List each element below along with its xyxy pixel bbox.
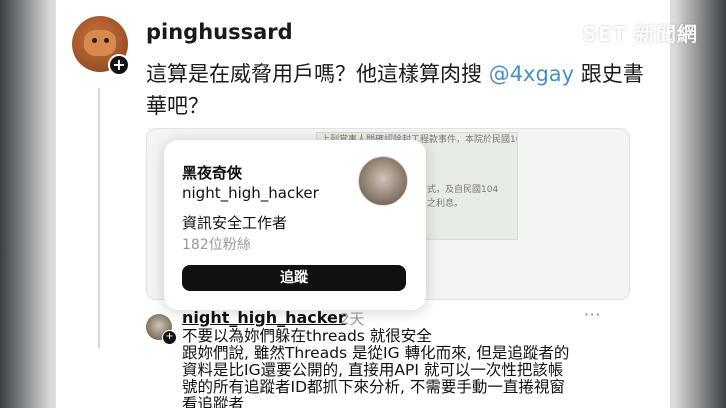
reply-username[interactable]: night_high_hacker (182, 308, 346, 327)
news-watermark: SET 新聞網 (582, 22, 698, 46)
reply-line: 看追蹤者 (182, 395, 245, 408)
more-options-icon[interactable]: ··· (584, 306, 601, 324)
profile-hover-card: 黑夜奇俠 night_high_hacker 資訊安全工作者 182位粉絲 追蹤 (164, 140, 426, 310)
reply-line: 資料是比IG還要公開的, 直接用API 就可以一次性把該帳 (182, 361, 564, 379)
avatar-eye-icon (92, 38, 97, 43)
follow-button[interactable]: 追蹤 (182, 265, 406, 291)
video-frame: SET 新聞網 + pinghussard 這算是在威脅用戶嗎？他這樣算肉搜 @… (0, 0, 726, 408)
reply-follow-plus-icon[interactable]: + (162, 330, 177, 345)
profile-followers[interactable]: 182位粉絲 (182, 234, 251, 254)
profile-handle[interactable]: night_high_hacker (182, 184, 319, 202)
reply-line: 跟妳們說, 雖然Threads 是從IG 轉化而來, 但是追蹤者的 (182, 344, 570, 362)
mention-link[interactable]: @4xgay (489, 62, 574, 86)
reply-text: 不要以為妳們躲在threads 就很安全 跟妳們說, 雖然Threads 是從I… (182, 328, 602, 408)
profile-display-name: 黑夜奇俠 (182, 164, 243, 182)
thread-line (98, 88, 100, 348)
profile-avatar[interactable] (358, 156, 408, 206)
reply-timestamp: 2天 (340, 310, 365, 328)
profile-bio: 資訊安全工作者 (182, 214, 288, 232)
avatar-eye-icon (104, 38, 109, 43)
reply-line: 號的所有追蹤者ID都抓下來分析, 不需要手動一直捲視窗 (182, 378, 565, 396)
avatar-face (84, 30, 116, 56)
follow-plus-icon[interactable]: + (108, 54, 130, 76)
post-text-before: 這算是在威脅用戶嗎？他這樣算肉搜 (146, 62, 489, 86)
post-text: 這算是在威脅用戶嗎？他這樣算肉搜 @4xgay 跟史書華吧？ (146, 58, 646, 122)
reply-line: 不要以為妳們躲在threads 就很安全 (182, 327, 432, 345)
post-username[interactable]: pinghussard (146, 20, 293, 44)
